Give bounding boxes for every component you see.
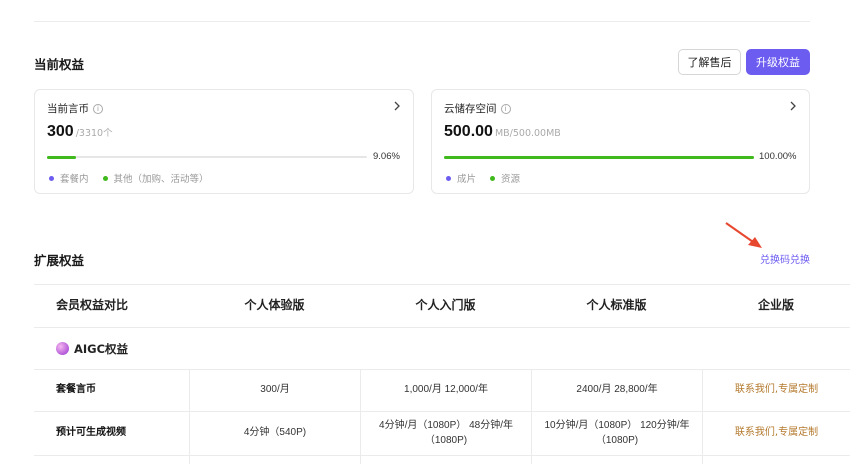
coins-value: 300 [47,123,74,140]
contact-us-link[interactable]: 联系我们,专属定制 [702,412,850,455]
storage-progress-track [444,155,754,159]
table-header-cell: 会员权益对比 [56,298,129,313]
after-sales-button[interactable]: 了解售后 [678,49,741,75]
storage-percent: 100.00% [759,151,797,162]
table-header-cell: 个人入门版 [415,298,476,313]
info-icon[interactable]: i [93,103,103,114]
legend-label: 套餐内 [60,174,89,185]
top-divider [34,21,810,22]
upgrade-button[interactable]: 升级权益 [746,49,810,75]
legend-dot [49,175,54,181]
legend-dot [102,175,108,181]
table-row: 预计可生成视频 4分钟（540P) 4分钟/月（1080P） 48分钟/年（10… [34,411,850,455]
info-icon[interactable]: i [500,103,511,114]
storage-value: 500.00 [444,123,493,140]
table-cell: 2400/月 28,800/年 [531,370,702,411]
legend-label: 其他（加购、活动等） [113,174,209,185]
coins-card[interactable]: 当前言币 i 300 /3310个 9.06% 套餐内 其他（加购、活动等） [34,89,414,194]
coins-percent: 9.06% [373,151,400,162]
storage-card-title: 云储存空间 [444,103,497,115]
table-header-cell: 个人标准版 [586,298,647,313]
legend-item: 成片 [446,171,476,185]
table-cell [702,456,850,464]
legend-item: 资源 [490,171,520,185]
table-cell [360,456,531,464]
arrow-annotation-icon [725,222,762,248]
aigc-section-title: AIGC权益 [74,341,129,356]
legend-label: 成片 [457,174,477,185]
coins-progress-track [47,155,367,159]
aigc-section-row: AIGC权益 [34,327,850,369]
storage-card[interactable]: 云储存空间 i 500.00 MB/500.00MB 100.00% 成片 资源 [431,89,810,194]
table-cell: 10分钟/月（1080P） 120分钟/年（1080P) [531,412,702,455]
chevron-right-icon[interactable] [393,99,401,114]
storage-progress-fill [444,155,754,159]
table-cell: 1,000/月 12,000/年 [360,370,531,411]
extended-benefits-title: 扩展权益 [34,253,85,268]
coins-total: /3310个 [75,128,113,139]
table-cell [531,456,702,464]
legend-dot [446,175,451,181]
contact-us-link[interactable]: 联系我们,专属定制 [702,370,850,411]
table-header-row: 会员权益对比 个人体验版 个人入门版 个人标准版 企业版 [34,284,850,327]
table-header-cell: 企业版 [757,298,794,313]
current-benefits-title: 当前权益 [34,57,85,72]
table-row: 套餐言币 300/月 1,000/月 12,000/年 2400/月 28,80… [34,369,850,411]
storage-card-header: 云储存空间 i [444,101,511,116]
legend-dot [490,175,496,181]
benefits-comparison-table: 会员权益对比 个人体验版 个人入门版 个人标准版 企业版 AIGC权益 套餐言币… [34,284,850,464]
table-cell [34,456,189,464]
legend-item: 其他（加购、活动等） [102,171,209,185]
coins-value-group: 300 /3310个 [47,123,113,141]
aigc-icon [56,342,69,355]
coins-card-title: 当前言币 [47,103,89,115]
aigc-section-label: AIGC权益 [34,341,128,357]
coins-progress-fill [47,155,76,159]
row-label: 套餐言币 [56,384,96,396]
legend-item: 套餐内 [49,171,89,185]
coins-card-header: 当前言币 i [47,101,103,116]
storage-value-group: 500.00 MB/500.00MB [444,123,561,141]
table-row [34,455,850,464]
row-label: 预计可生成视频 [56,427,126,439]
table-header-cell: 个人体验版 [244,298,305,313]
table-cell: 300/月 [189,370,360,411]
coins-legend: 套餐内 其他（加购、活动等） [49,171,209,185]
table-cell: 4分钟（540P) [189,412,360,455]
storage-total: MB/500.00MB [494,128,561,139]
legend-label: 资源 [501,174,521,185]
redeem-code-link[interactable]: 兑换码兑换 [760,251,810,266]
chevron-right-icon[interactable] [789,99,797,114]
table-cell: 4分钟/月（1080P） 48分钟/年（1080P) [360,412,531,455]
storage-legend: 成片 资源 [446,171,520,185]
table-cell [189,456,360,464]
